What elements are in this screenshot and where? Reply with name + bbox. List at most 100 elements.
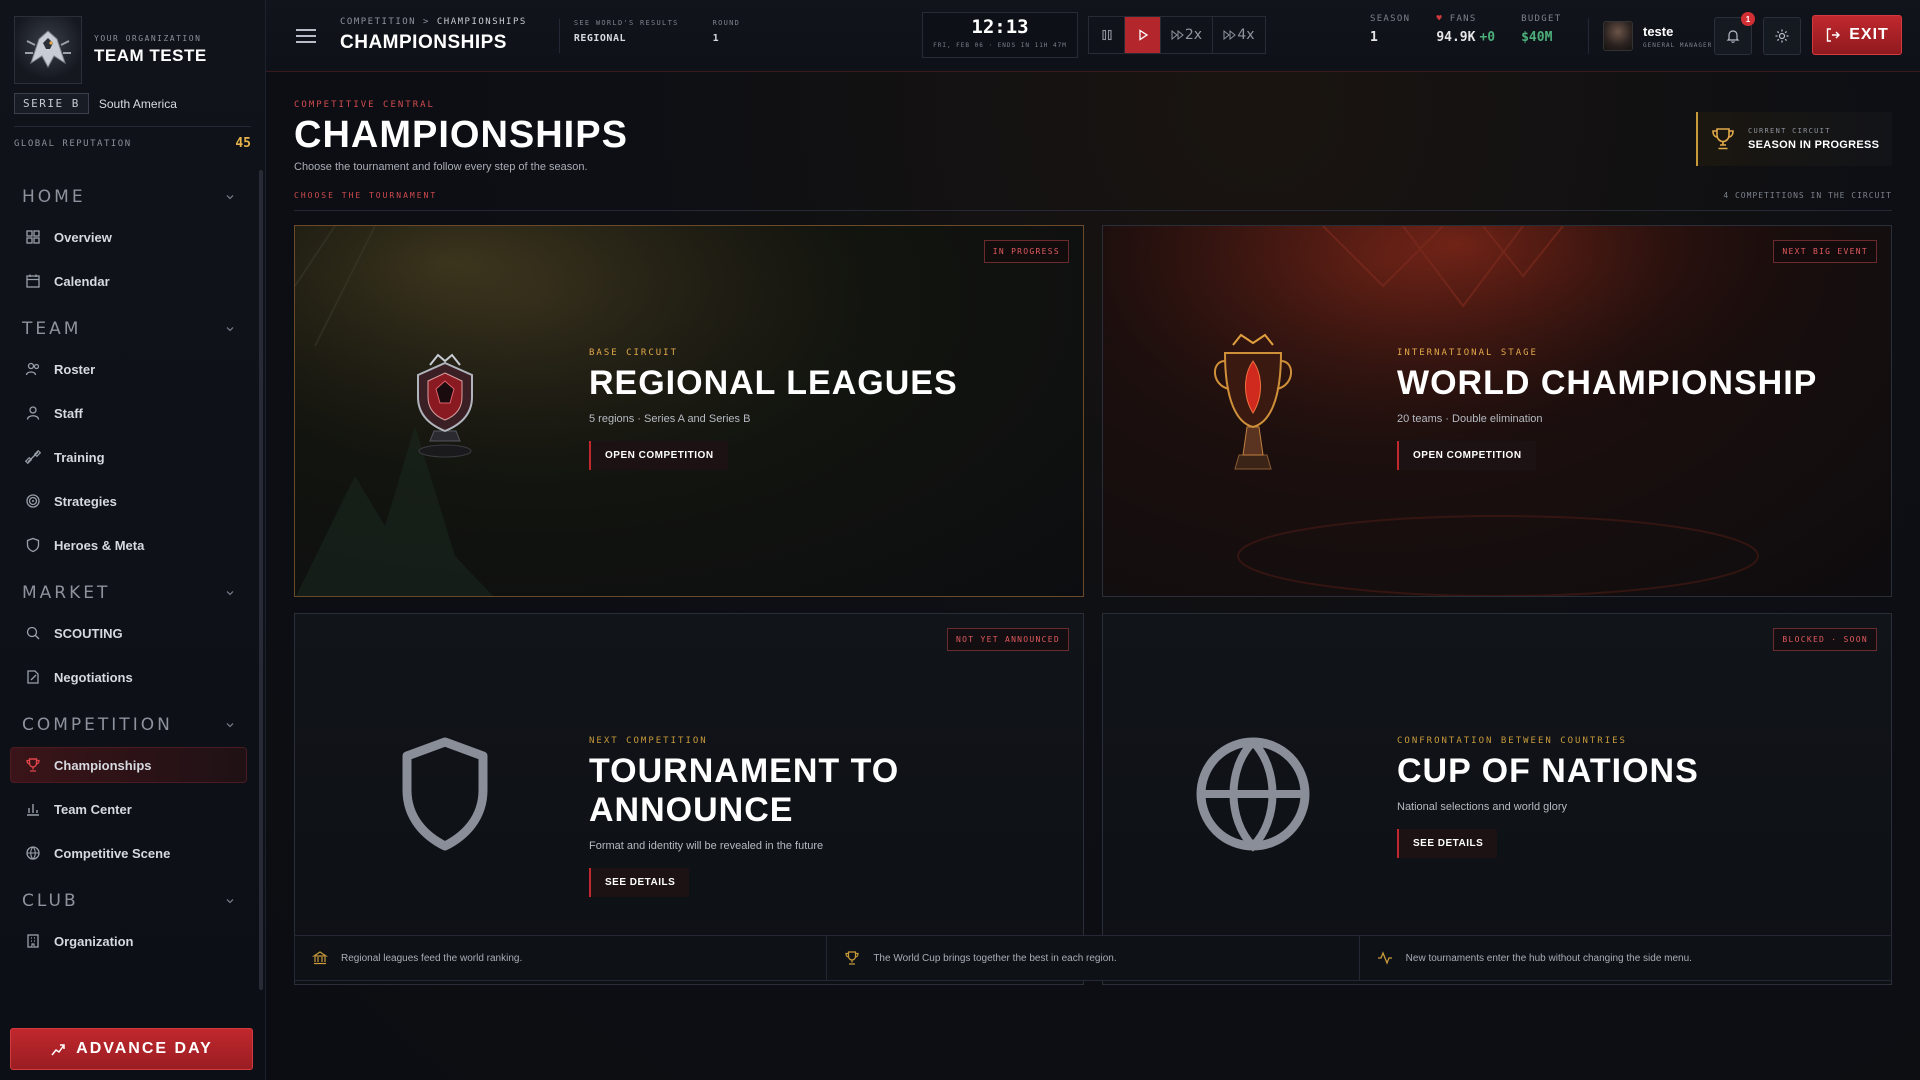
card-kicker: NEXT COMPETITION	[589, 736, 708, 746]
bell-icon	[1726, 30, 1740, 43]
see-details-button[interactable]: SEE DETAILS	[589, 868, 690, 897]
activity-icon	[1376, 949, 1394, 967]
card-subtitle: 5 regions · Series A and Series B	[589, 413, 751, 425]
trophy-icon	[843, 949, 861, 967]
sidebar-item-championships[interactable]: Championships	[10, 747, 247, 783]
status-badge: BLOCKED · SOON	[1773, 628, 1877, 651]
org-name: TEAM TESTE	[94, 46, 207, 65]
logout-icon	[1827, 28, 1841, 42]
card-title: WORLD CHAMPIONSHIP	[1397, 364, 1818, 402]
user-role: GENERAL MANAGER	[1643, 41, 1713, 49]
card-title: TOURNAMENT TO ANNOUNCE	[589, 752, 900, 829]
info-footer: Regional leagues feed the world ranking.…	[294, 935, 1892, 981]
top-stats: SEASON 1 ♥ FANS 94.9K +0 BUDGET $40M	[1370, 14, 1561, 45]
sidebar-item-strategies[interactable]: Strategies	[10, 483, 247, 519]
reputation-label: GLOBAL REPUTATION	[14, 138, 132, 149]
user-profile[interactable]: teste GENERAL MANAGER	[1588, 18, 1712, 54]
settings-button[interactable]	[1763, 17, 1801, 55]
world-trophy-emblem	[1183, 326, 1323, 486]
building-icon	[24, 932, 42, 950]
competition-count: 4 COMPETITIONS IN THE CIRCUIT	[1723, 191, 1892, 200]
target-icon	[24, 492, 42, 510]
search-icon	[24, 624, 42, 642]
pause-button[interactable]	[1089, 17, 1125, 53]
nav-section-team[interactable]: TEAM	[0, 307, 265, 351]
chevron-down-icon	[226, 591, 234, 596]
speed-4x-button[interactable]: 4x	[1213, 17, 1265, 53]
chevron-down-icon	[226, 195, 234, 200]
page-kicker: COMPETITIVE CENTRAL	[294, 100, 435, 110]
sidebar-item-roster[interactable]: Roster	[10, 351, 247, 387]
footer-tip: New tournaments enter the hub without ch…	[1360, 936, 1891, 980]
sidebar-item-organization[interactable]: Organization	[10, 923, 247, 959]
globe-emblem	[1183, 714, 1323, 874]
sidebar-item-heroes-meta[interactable]: Heroes & Meta	[10, 527, 247, 563]
clock-date: FRI, FEB 06 · ENDS IN 11H 47M	[933, 42, 1067, 49]
trophy-icon	[24, 756, 42, 774]
nav-section-competition[interactable]: COMPETITION	[0, 703, 265, 747]
sidebar-item-competitive-scene[interactable]: Competitive Scene	[10, 835, 247, 871]
topbar-mini-stats: SEE WORLD'S RESULTS REGIONAL ROUND 1	[558, 18, 740, 53]
region-label: South America	[98, 96, 177, 111]
status-badge: NOT YET ANNOUNCED	[947, 628, 1069, 651]
shield-trophy-icon	[417, 353, 473, 458]
open-competition-button[interactable]: OPEN COMPETITION	[1397, 441, 1536, 470]
users-icon	[24, 360, 42, 378]
budget-stat: BUDGET $40M	[1521, 14, 1562, 45]
calendar-icon	[24, 272, 42, 290]
nav-section-home[interactable]: HOME	[0, 175, 265, 219]
org-header: YOUR ORGANIZATION TEAM TESTE	[0, 0, 265, 86]
page-title: CHAMPIONSHIPS	[294, 114, 628, 156]
clock-time: 12:13	[971, 16, 1029, 38]
pause-icon	[1101, 29, 1112, 41]
org-logo	[14, 16, 82, 84]
card-world-championship[interactable]: NEXT BIG EVENT INTERNATIONAL STAGE WORLD…	[1102, 225, 1892, 597]
status-badge: NEXT BIG EVENT	[1773, 240, 1877, 263]
sidebar-item-calendar[interactable]: Calendar	[10, 263, 247, 299]
sidebar-item-scouting[interactable]: SCOUTING	[10, 615, 247, 651]
reputation-row: GLOBAL REPUTATION 45	[14, 126, 251, 151]
nav-section-club[interactable]: CLUB	[0, 879, 265, 923]
bank-icon	[311, 949, 329, 967]
advance-day-button[interactable]: ADVANCE DAY	[10, 1028, 253, 1070]
avatar	[1603, 21, 1633, 51]
footer-tip: The World Cup brings together the best i…	[827, 936, 1360, 980]
card-kicker: BASE CIRCUIT	[589, 348, 679, 358]
eagle-logo-icon	[25, 30, 71, 69]
sidebar-item-team-center[interactable]: Team Center	[10, 791, 247, 827]
card-tournament-to-announce[interactable]: NOT YET ANNOUNCED NEXT COMPETITION TOURN…	[294, 613, 1084, 985]
sidebar-item-overview[interactable]: Overview	[10, 219, 247, 255]
sidebar-item-staff[interactable]: Staff	[10, 395, 247, 431]
open-competition-button[interactable]: OPEN COMPETITION	[589, 441, 728, 470]
results-selector[interactable]: SEE WORLD'S RESULTS REGIONAL	[574, 19, 679, 53]
notifications-button[interactable]: 1	[1714, 12, 1755, 55]
breadcrumb-parent[interactable]: COMPETITION	[340, 17, 416, 27]
sidebar-scrollbar[interactable]	[259, 170, 263, 990]
see-details-button[interactable]: SEE DETAILS	[1397, 829, 1498, 858]
card-subtitle: National selections and world glory	[1397, 801, 1567, 813]
fast-forward-icon	[1171, 30, 1184, 40]
exit-button[interactable]: EXIT	[1812, 15, 1902, 55]
speed-2x-button[interactable]: 2x	[1161, 17, 1213, 53]
user-icon	[24, 404, 42, 422]
card-regional-leagues[interactable]: IN PROGRESS BASE CIRCUIT REGIONAL LEAGUE…	[294, 225, 1084, 597]
world-trophy-icon	[1214, 333, 1292, 470]
sidebar-item-training[interactable]: Training	[10, 439, 247, 475]
notification-count-badge: 1	[1741, 12, 1755, 26]
breadcrumb-current: CHAMPIONSHIPS	[436, 17, 527, 27]
card-subtitle: 20 teams · Double elimination	[1397, 413, 1543, 425]
card-title: CUP OF NATIONS	[1397, 752, 1699, 790]
shield-icon	[24, 536, 42, 554]
play-button[interactable]	[1125, 17, 1161, 53]
shield-icon	[402, 737, 488, 851]
hamburger-menu-icon[interactable]	[296, 28, 316, 43]
fast-forward-icon	[1223, 30, 1237, 40]
card-cup-of-nations[interactable]: BLOCKED · SOON CONFRONTATION BETWEEN COU…	[1102, 613, 1892, 985]
game-clock: 12:13 FRI, FEB 06 · ENDS IN 11H 47M	[922, 12, 1078, 58]
heart-icon: ♥	[1436, 14, 1444, 24]
page-subtitle: Choose the tournament and follow every s…	[294, 161, 588, 173]
globe-icon	[24, 844, 42, 862]
sidebar-item-negotiations[interactable]: Negotiations	[10, 659, 247, 695]
choose-tournament-label: CHOOSE THE TOURNAMENT	[294, 191, 438, 200]
nav-section-market[interactable]: MARKET	[0, 571, 265, 615]
